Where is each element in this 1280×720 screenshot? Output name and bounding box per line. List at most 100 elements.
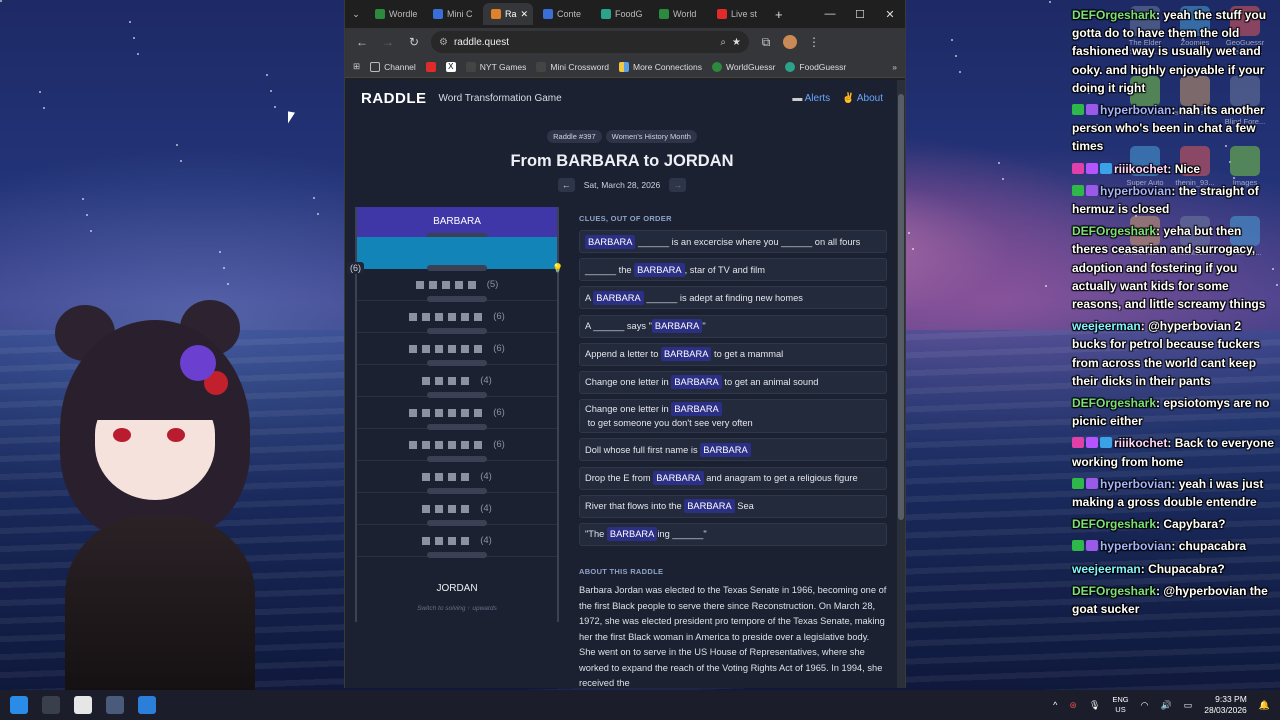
browser-tab[interactable]: World — [651, 3, 707, 25]
browser-tab[interactable]: FoodG — [593, 3, 649, 25]
letter-box — [448, 504, 457, 513]
reload-icon[interactable]: ↻ — [405, 35, 423, 49]
clue-item[interactable]: ______ the BARBARA, star of TV and film — [579, 258, 887, 282]
wifi-icon[interactable]: ◠ — [1141, 700, 1149, 711]
chat-badge-icon — [1072, 477, 1084, 489]
chat-username[interactable]: hyperbovian — [1100, 539, 1171, 553]
chat-username[interactable]: riiikochet — [1114, 162, 1167, 176]
microphone-icon[interactable]: 🎙 — [1089, 700, 1100, 711]
bookmark-mini-crossword[interactable]: Mini Crossword — [536, 61, 609, 72]
clue-word-highlight: BARBARA — [593, 290, 644, 305]
letter-box — [422, 344, 431, 353]
volume-icon[interactable]: 🔊 — [1161, 700, 1172, 711]
close-window-button[interactable]: ✕ — [875, 8, 905, 21]
bookmark-nyt-games[interactable]: NYT Games — [465, 61, 526, 72]
raddle-subtitle: Word Transformation Game — [438, 92, 562, 104]
chat-username[interactable]: hyperbovian — [1100, 103, 1171, 117]
site-info-icon[interactable]: ⚙ — [439, 37, 448, 48]
clue-text: "The — [585, 529, 607, 540]
page-scrollbar[interactable] — [897, 80, 905, 688]
forward-arrow-icon[interactable]: → — [379, 35, 397, 49]
tray-app-icon[interactable]: ⊛ — [1069, 700, 1077, 711]
extensions-icon[interactable]: ⧉ — [757, 35, 775, 50]
slot-length: (6) — [493, 439, 505, 450]
tray-overflow-icon[interactable]: ^ — [1053, 700, 1057, 710]
chat-username[interactable]: hyperbovian — [1100, 184, 1171, 198]
url-text[interactable]: raddle.quest — [454, 37, 714, 48]
browser-tab[interactable]: Live st — [709, 3, 765, 25]
browser-tab[interactable]: Conte — [535, 3, 591, 25]
letter-box — [441, 280, 450, 289]
chat-username[interactable]: DEFOrgeshark — [1072, 8, 1156, 22]
clue-item[interactable]: BARBARA ______ is an excercise where you… — [579, 230, 887, 253]
next-day-button[interactable]: → — [669, 178, 687, 192]
letter-box — [474, 344, 483, 353]
letter-box — [448, 472, 457, 481]
clue-item[interactable]: Change one letter in BARBARA to get an a… — [579, 370, 887, 394]
clue-item[interactable]: Drop the E from BARBARA and anagram to g… — [579, 466, 887, 490]
new-tab-button[interactable]: + — [775, 7, 783, 22]
profile-avatar[interactable] — [783, 35, 797, 49]
capcut-icon[interactable] — [74, 696, 92, 714]
start-windows-icon[interactable] — [10, 696, 28, 714]
about-link[interactable]: ✌ About — [842, 93, 883, 104]
clue-item[interactable]: A ______ says " BARBARA " — [579, 314, 887, 338]
browser-window: ⌄ Wordle Mini C Ra ✕ Conte FoodG World Live st … — [344, 0, 906, 688]
back-arrow-icon[interactable]: ← — [353, 35, 371, 49]
alerts-link[interactable]: ▬ Alerts — [792, 93, 830, 104]
maximize-button[interactable]: ☐ — [845, 8, 875, 21]
bookmark-x[interactable]: X — [445, 61, 456, 72]
bookmark-star-icon[interactable]: ★ — [732, 37, 741, 48]
menu-kebab-icon[interactable]: ⋮ — [805, 35, 823, 49]
chat-username[interactable]: weejeerman — [1072, 319, 1141, 333]
star-dot — [959, 71, 961, 73]
clue-item[interactable]: Change one letter in BARBARA to get some… — [579, 399, 887, 434]
chat-username[interactable]: DEFOrgeshark — [1072, 396, 1156, 410]
chat-username[interactable]: DEFOrgeshark — [1072, 584, 1156, 598]
minimize-button[interactable]: — — [815, 8, 845, 21]
hint-bulb-icon[interactable]: 💡 — [552, 263, 563, 274]
bookmark-more-connections[interactable]: More Connections — [618, 61, 702, 72]
omnibox[interactable]: ⚙ raddle.quest ⌕ ★ — [431, 31, 749, 53]
chat-message: riiikochet: Nice — [1072, 160, 1276, 178]
switch-direction-link[interactable]: Switch to solving ↑ upwards — [357, 605, 557, 612]
bookmark-label: WorldGuessr — [725, 61, 776, 72]
browser-tab[interactable]: Wordle — [367, 3, 423, 25]
bookmark-foodguessr[interactable]: FoodGuessr — [785, 61, 846, 72]
taskbar-app-icon[interactable] — [42, 696, 60, 714]
raddle-logo[interactable]: RADDLE — [361, 90, 427, 107]
clue-item[interactable]: "The BARBARA ing ______" — [579, 522, 887, 546]
zoom-search-icon[interactable]: ⌕ — [720, 37, 726, 48]
puzzle-number-tag: Raddle #397 — [547, 130, 602, 143]
chat-username[interactable]: DEFOrgeshark — [1072, 224, 1156, 238]
prev-day-button[interactable]: ← — [557, 178, 575, 192]
scrollbar-thumb[interactable] — [898, 94, 904, 520]
chat-username[interactable]: riiikochet — [1114, 436, 1167, 450]
chat-username[interactable]: weejeerman — [1072, 562, 1141, 576]
tab-search-icon[interactable]: ⌄ — [345, 9, 367, 20]
slot-length: (6) — [493, 407, 505, 418]
browser-tab[interactable]: Mini C — [425, 3, 481, 25]
clock[interactable]: 9:33 PM 28/03/2026 — [1204, 694, 1247, 716]
bookmark-youtube[interactable] — [425, 61, 436, 72]
chat-username[interactable]: DEFOrgeshark — [1072, 517, 1156, 531]
clue-item[interactable]: River that flows into the BARBARA Sea — [579, 494, 887, 518]
chat-badge-icon — [1086, 540, 1098, 552]
clue-item[interactable]: Append a letter to BARBARA to get a mamm… — [579, 342, 887, 366]
letter-box — [415, 280, 424, 289]
battery-icon[interactable]: ▭ — [1184, 700, 1193, 711]
bookmarks-overflow-icon[interactable]: » — [892, 62, 897, 72]
bookmark-channel[interactable]: Channel — [370, 61, 416, 72]
bookmark-worldguessr[interactable]: WorldGuessr — [711, 61, 776, 72]
letter-box — [448, 440, 457, 449]
tab-close-icon[interactable]: ✕ — [521, 9, 529, 20]
clue-item[interactable]: A BARBARA ______ is adept at finding new… — [579, 286, 887, 310]
notifications-icon[interactable]: 🔔 — [1259, 700, 1270, 711]
taskbar-app-icon[interactable] — [138, 696, 156, 714]
language-indicator[interactable]: ENG US — [1112, 695, 1128, 715]
taskbar-app-icon[interactable] — [106, 696, 124, 714]
browser-tab[interactable]: Ra ✕ — [483, 3, 533, 25]
clue-item[interactable]: Doll whose full first name is BARBARA — [579, 438, 887, 462]
chat-username[interactable]: hyperbovian — [1100, 477, 1171, 491]
apps-grid-icon[interactable]: ⊞ — [353, 61, 360, 72]
